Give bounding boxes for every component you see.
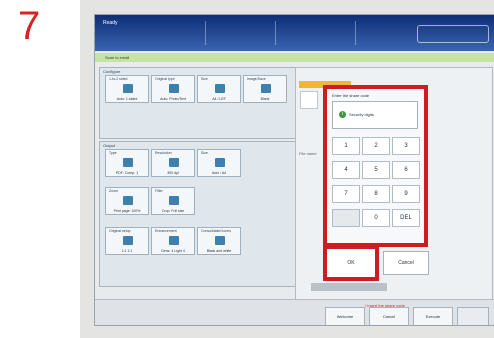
tile-label: Size [201,151,208,155]
group-label: Output [103,143,116,148]
key-7[interactable]: 7 [332,185,360,203]
brand-logo [417,25,489,43]
scroll-bar[interactable] [311,283,387,291]
key-blank [332,209,360,227]
step-number: 7 [18,4,41,48]
tile-label: Enhancement [155,229,177,233]
tile-value: Print page: 100% [113,209,141,213]
device-screen: Ready Scan to email Configure Output 1-t… [94,14,494,326]
crop-icon [169,196,179,205]
tile-value: 1:1 1:1 [121,249,133,253]
resolution-icon [169,158,179,167]
tile-tones[interactable]: Consolidated tones Black and white [197,227,241,255]
tile-size[interactable]: Size A4 / LEF [197,75,241,103]
scan-size-icon [215,158,225,167]
title-divider [355,21,356,45]
keypad-title: Enter the share code [332,93,370,98]
tile-original-setup[interactable]: Original setup 1:1 1:1 [105,227,149,255]
key-8[interactable]: 8 [362,185,390,203]
tile-value: Dens. 4 Light 4 [161,249,185,253]
tone-icon [215,236,225,245]
tile-scan-size[interactable]: Size Auto / A4 [197,149,241,177]
key-5[interactable]: 5 [362,161,390,179]
ok-button[interactable]: OK [323,245,379,281]
tile-value: Crop: Full size [161,209,185,213]
magnifier-icon [123,196,133,205]
display-text: Security digits [349,112,374,117]
tile-file-type[interactable]: Type PDF: Comp. 1 [105,149,149,177]
title-divider [275,21,276,45]
key-delete[interactable]: DEL [392,209,420,227]
file-icon [123,158,133,167]
key-0[interactable]: 0 [362,209,390,227]
tile-label: Type [109,151,117,155]
tile-label: Zoom [109,189,118,193]
field-label: File name [299,151,317,156]
tile-label: Image/Save [247,77,266,81]
tile-label: Consolidated tones [201,229,231,233]
thumbnail-box [300,91,318,109]
bulb-icon [169,236,179,245]
tile-label: Filter [155,189,163,193]
page-icon [261,84,271,93]
execute-button[interactable]: Execute [413,307,453,325]
tile-value: Auto: 1-sided [116,97,138,101]
key-1[interactable]: 1 [332,137,360,155]
title-bar: Ready [95,15,494,51]
key-4[interactable]: 4 [332,161,360,179]
start-button[interactable] [457,307,489,325]
tile-label: Size [201,77,208,81]
tile-value: Auto: Photo/Text [160,97,186,101]
breadcrumb: Scan to email [95,53,494,62]
tile-filter[interactable]: Filter Crop: Full size [151,187,195,215]
tile-label: Original type [155,77,175,81]
tile-label: Original setup [109,229,131,233]
sided-icon [123,84,133,93]
tile-value: PDF: Comp. 1 [115,171,139,175]
status-text: Ready [103,20,118,26]
tile-zoom[interactable]: Zoom Print page: 100% [105,187,149,215]
tile-value: A4 / LEF [212,97,226,101]
key-2[interactable]: 2 [362,137,390,155]
info-icon: i [339,111,346,118]
setup-icon [123,236,133,245]
tile-value: Auto / A4 [211,171,227,175]
tile-label: Resolution [155,151,172,155]
title-divider [205,21,206,45]
share-code-keypad: Enter the share code i Security digits 1… [323,85,428,247]
original-type-icon [169,84,179,93]
pencil-icon [215,84,225,93]
tile-label: 1-to-2 sided [109,77,128,81]
tile-original-type[interactable]: Original type Auto: Photo/Text [151,75,195,103]
welcome-button[interactable]: Welcome [325,307,365,325]
key-6[interactable]: 6 [392,161,420,179]
code-display[interactable]: i Security digits [332,101,418,129]
tile-image-save[interactable]: Image/Save Blank [243,75,287,103]
keypad-cancel-button[interactable]: Cancel [383,251,429,275]
tile-resolution[interactable]: Resolution 300 dpi [151,149,195,177]
key-9[interactable]: 9 [392,185,420,203]
tile-enhancement[interactable]: Enhancement Dens. 4 Light 4 [151,227,195,255]
tile-sided[interactable]: 1-to-2 sided Auto: 1-sided [105,75,149,103]
key-3[interactable]: 3 [392,137,420,155]
group-label: Configure [103,69,121,74]
tile-value: Black and white [206,249,232,253]
tile-value: Blank [260,97,270,101]
cancel-button[interactable]: Cancel [369,307,409,325]
tile-value: 300 dpi [167,171,179,175]
